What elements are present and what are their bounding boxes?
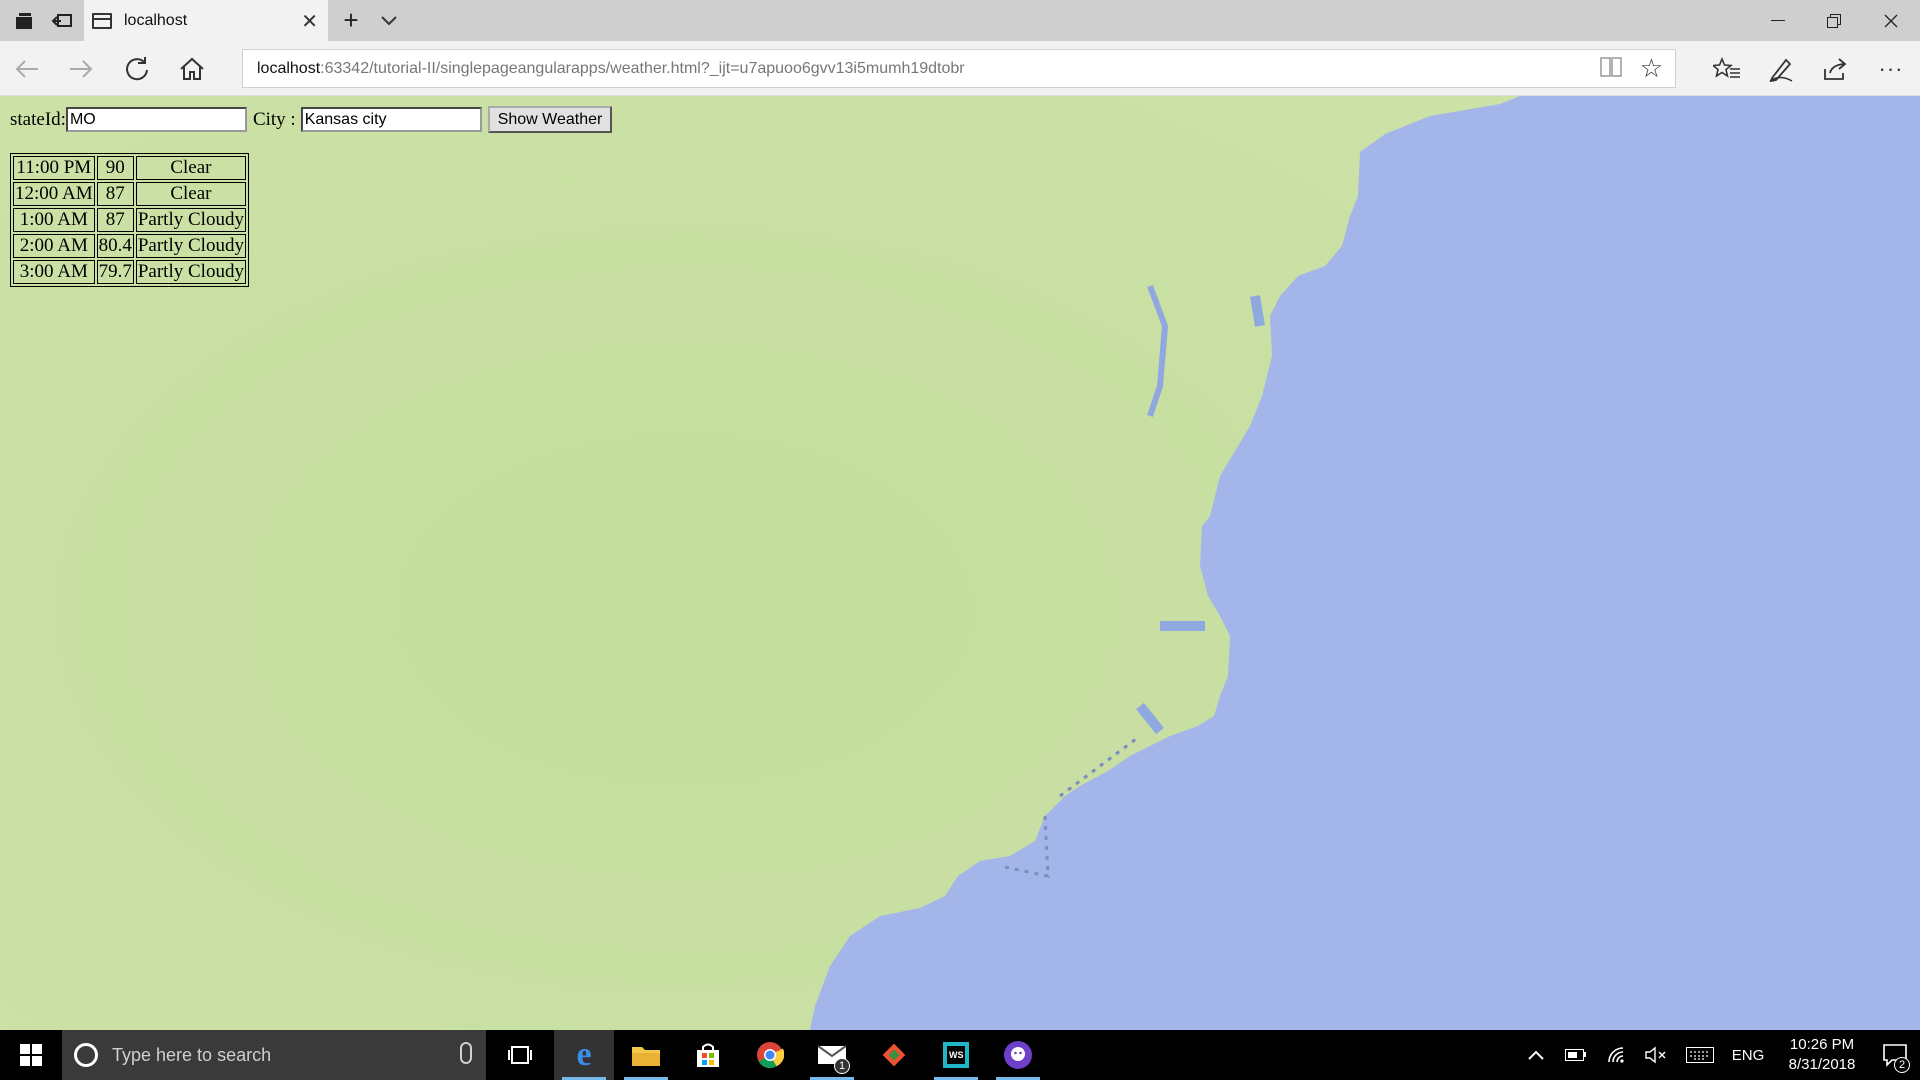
condition-cell: Partly Cloudy — [135, 208, 246, 232]
temp-cell: 79.7 — [96, 260, 134, 284]
microphone-icon[interactable] — [460, 1042, 472, 1064]
notification-count: 2 — [1894, 1057, 1910, 1073]
navigation-bar: localhost:63342/tutorial-II/singlepagean… — [0, 41, 1920, 96]
condition-cell: Clear — [135, 156, 246, 180]
temp-cell: 87 — [96, 182, 134, 206]
set-aside-tabs-icon[interactable] — [44, 0, 80, 41]
url-host: localhost — [257, 59, 321, 77]
state-input[interactable] — [65, 107, 247, 132]
task-view-icon[interactable] — [490, 1030, 550, 1080]
mail-icon[interactable]: 1 — [802, 1030, 862, 1080]
webstorm-icon[interactable]: WS — [926, 1030, 986, 1080]
more-menu-icon[interactable]: ··· — [1864, 41, 1918, 96]
web-page: stateId: City : Show Weather 11:00 PM 90… — [0, 96, 1920, 1030]
back-icon[interactable] — [0, 41, 54, 96]
condition-cell: Partly Cloudy — [135, 234, 246, 258]
table-row: 1:00 AM 87 Partly Cloudy — [13, 208, 246, 232]
keyboard-icon[interactable] — [1680, 1030, 1720, 1080]
weather-form: stateId: City : Show Weather — [10, 106, 613, 133]
clock-time: 10:26 PM — [1789, 1036, 1855, 1053]
search-placeholder: Type here to search — [112, 1044, 272, 1065]
condition-cell: Partly Cloudy — [135, 260, 246, 284]
table-row: 3:00 AM 79.7 Partly Cloudy — [13, 260, 246, 284]
share-icon[interactable] — [1808, 41, 1862, 96]
table-row: 2:00 AM 80.4 Partly Cloudy — [13, 234, 246, 258]
map-background[interactable] — [0, 96, 1920, 1030]
notification-center-icon[interactable]: 2 — [1870, 1030, 1920, 1080]
chrome-icon[interactable] — [740, 1030, 800, 1080]
edge-app-icon[interactable]: e — [554, 1030, 614, 1080]
mail-badge: 1 — [834, 1058, 850, 1074]
url-path: :63342/tutorial-II/singlepageangularapps… — [320, 59, 965, 77]
close-tab-icon[interactable]: ✕ — [301, 9, 318, 34]
time-cell: 2:00 AM — [13, 234, 95, 258]
time-cell: 3:00 AM — [13, 260, 95, 284]
show-weather-button[interactable]: Show Weather — [487, 106, 613, 133]
tab-manager-icon[interactable] — [6, 0, 42, 41]
svg-text:WS: WS — [949, 1050, 964, 1060]
bay-inlet — [1250, 295, 1265, 327]
git-app-icon[interactable] — [864, 1030, 924, 1080]
github-desktop-icon[interactable] — [988, 1030, 1048, 1080]
city-label: City : — [252, 108, 296, 130]
chevron-down-icon[interactable] — [372, 0, 406, 41]
temp-cell: 87 — [96, 208, 134, 232]
close-window-button[interactable] — [1862, 0, 1920, 41]
start-button[interactable] — [0, 1030, 62, 1080]
volume-muted-icon[interactable] — [1636, 1030, 1676, 1080]
new-tab-icon[interactable]: + — [334, 0, 368, 41]
taskbar: Type here to search e 1 WS ENG 10:26 PM … — [0, 1030, 1920, 1080]
store-icon[interactable] — [678, 1030, 738, 1080]
table-row: 12:00 AM 87 Clear — [13, 182, 246, 206]
table-row: 11:00 PM 90 Clear — [13, 156, 246, 180]
clock-date: 8/31/2018 — [1788, 1056, 1856, 1073]
show-hidden-icons-chevron-up-icon[interactable] — [1520, 1030, 1552, 1080]
favorite-star-icon[interactable]: ☆ — [1640, 53, 1663, 84]
clock[interactable]: 10:26 PM 8/31/2018 — [1772, 1030, 1872, 1080]
home-icon[interactable] — [165, 41, 219, 96]
temp-cell: 90 — [96, 156, 134, 180]
taskbar-search[interactable]: Type here to search — [62, 1030, 486, 1080]
network-wifi-icon[interactable] — [1598, 1030, 1638, 1080]
favorites-hub-icon[interactable] — [1700, 41, 1754, 96]
city-input[interactable] — [300, 107, 482, 132]
browser-tab[interactable]: localhost ✕ — [84, 0, 328, 41]
condition-cell: Clear — [135, 182, 246, 206]
time-cell: 12:00 AM — [13, 182, 95, 206]
weather-table: 11:00 PM 90 Clear 12:00 AM 87 Clear 1:00… — [10, 153, 249, 287]
refresh-icon[interactable] — [110, 41, 164, 96]
reading-view-icon[interactable] — [1599, 56, 1623, 84]
page-icon — [92, 12, 112, 29]
tab-title: localhost — [124, 11, 188, 29]
minimize-button[interactable] — [1750, 0, 1806, 41]
language-indicator[interactable]: ENG — [1726, 1030, 1770, 1080]
time-cell: 1:00 AM — [13, 208, 95, 232]
address-bar[interactable]: localhost:63342/tutorial-II/singlepagean… — [242, 49, 1676, 88]
state-label: stateId: — [10, 108, 66, 130]
time-cell: 11:00 PM — [13, 156, 95, 180]
temp-cell: 80.4 — [96, 234, 134, 258]
forward-icon[interactable] — [54, 41, 108, 96]
title-bar: localhost ✕ + — [0, 0, 1920, 41]
file-explorer-icon[interactable] — [616, 1030, 676, 1080]
battery-icon[interactable] — [1556, 1030, 1596, 1080]
restore-button[interactable] — [1806, 0, 1862, 41]
cortana-icon — [74, 1043, 98, 1067]
pen-icon[interactable] — [1754, 41, 1808, 96]
windows-icon — [20, 1044, 42, 1066]
